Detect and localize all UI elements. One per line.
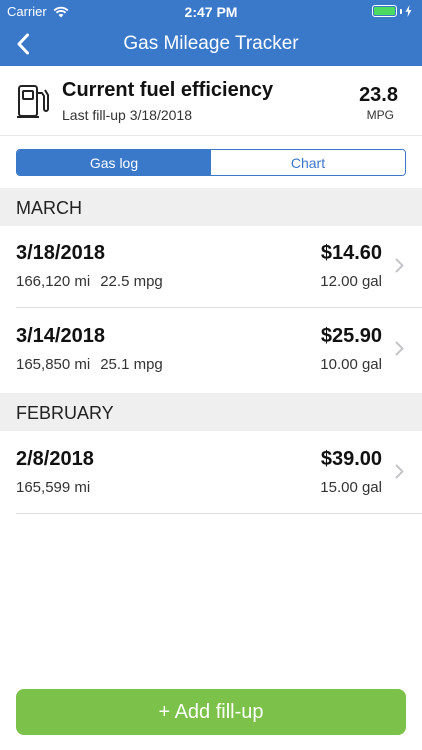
fillup-date: 3/14/2018: [16, 325, 105, 347]
battery-icon: [372, 5, 397, 17]
fillup-row[interactable]: 3/14/2018 165,850 mi 25.1 mpg $25.90 10.0…: [0, 309, 422, 391]
efficiency-summary: Current fuel efficiency Last fill-up 3/1…: [0, 66, 422, 136]
view-segmented-control: Gas log Chart: [16, 149, 406, 176]
add-fillup-button[interactable]: + Add fill-up: [16, 689, 406, 735]
tab-chart[interactable]: Chart: [211, 150, 405, 175]
fillup-gallons: 12.00 gal: [320, 273, 382, 290]
fillup-odometer: 165,599 mi: [16, 479, 91, 496]
fillup-price: $14.60: [320, 242, 382, 264]
fillup-gallons: 10.00 gal: [320, 356, 382, 373]
charging-bolt-icon: [405, 5, 412, 17]
efficiency-value: 23.8: [359, 84, 398, 106]
section-header-february: FEBRUARY: [0, 393, 422, 431]
fillup-mpg: 25.1 mpg: [100, 356, 163, 373]
section-label: FEBRUARY: [16, 403, 114, 423]
fillup-date: 3/18/2018: [16, 242, 105, 264]
app-header: Carrier 2:47 PM Gas Mileage Tracker: [0, 0, 422, 66]
fillup-row[interactable]: 3/18/2018 166,120 mi 22.5 mpg $14.60 12.0…: [0, 226, 422, 308]
fillup-price: $25.90: [320, 325, 382, 347]
battery-indicator: [372, 5, 412, 17]
fillup-gallons: 15.00 gal: [320, 479, 382, 496]
chevron-right-icon: [395, 341, 404, 356]
fillup-details: 165,850 mi 25.1 mpg: [16, 356, 163, 373]
tab-gas-log[interactable]: Gas log: [17, 150, 211, 175]
fillup-odometer: 165,850 mi: [16, 356, 91, 373]
efficiency-unit: MPG: [366, 108, 394, 122]
navigation-bar: Gas Mileage Tracker: [0, 22, 422, 66]
fillup-details: 166,120 mi 22.5 mpg: [16, 273, 163, 290]
fillup-odometer: 166,120 mi: [16, 273, 91, 290]
section-label: MARCH: [16, 198, 82, 218]
fillup-row[interactable]: 2/8/2018 165,599 mi $39.00 15.00 gal: [0, 432, 422, 514]
summary-title: Current fuel efficiency: [62, 79, 274, 101]
gas-pump-icon: [17, 85, 49, 118]
fillup-details: 165,599 mi: [16, 479, 90, 496]
section-header-march: MARCH: [0, 188, 422, 226]
page-title: Gas Mileage Tracker: [123, 33, 299, 54]
chevron-right-icon: [395, 464, 404, 479]
status-time: 2:47 PM: [184, 4, 238, 20]
fillup-price: $39.00: [320, 448, 382, 470]
fillup-date: 2/8/2018: [16, 448, 94, 470]
fillup-mpg: 22.5 mpg: [100, 273, 163, 290]
chevron-right-icon: [395, 258, 404, 273]
last-fillup-label: Last fill-up 3/18/2018: [62, 107, 192, 123]
status-bar: Carrier 2:47 PM: [0, 0, 422, 22]
